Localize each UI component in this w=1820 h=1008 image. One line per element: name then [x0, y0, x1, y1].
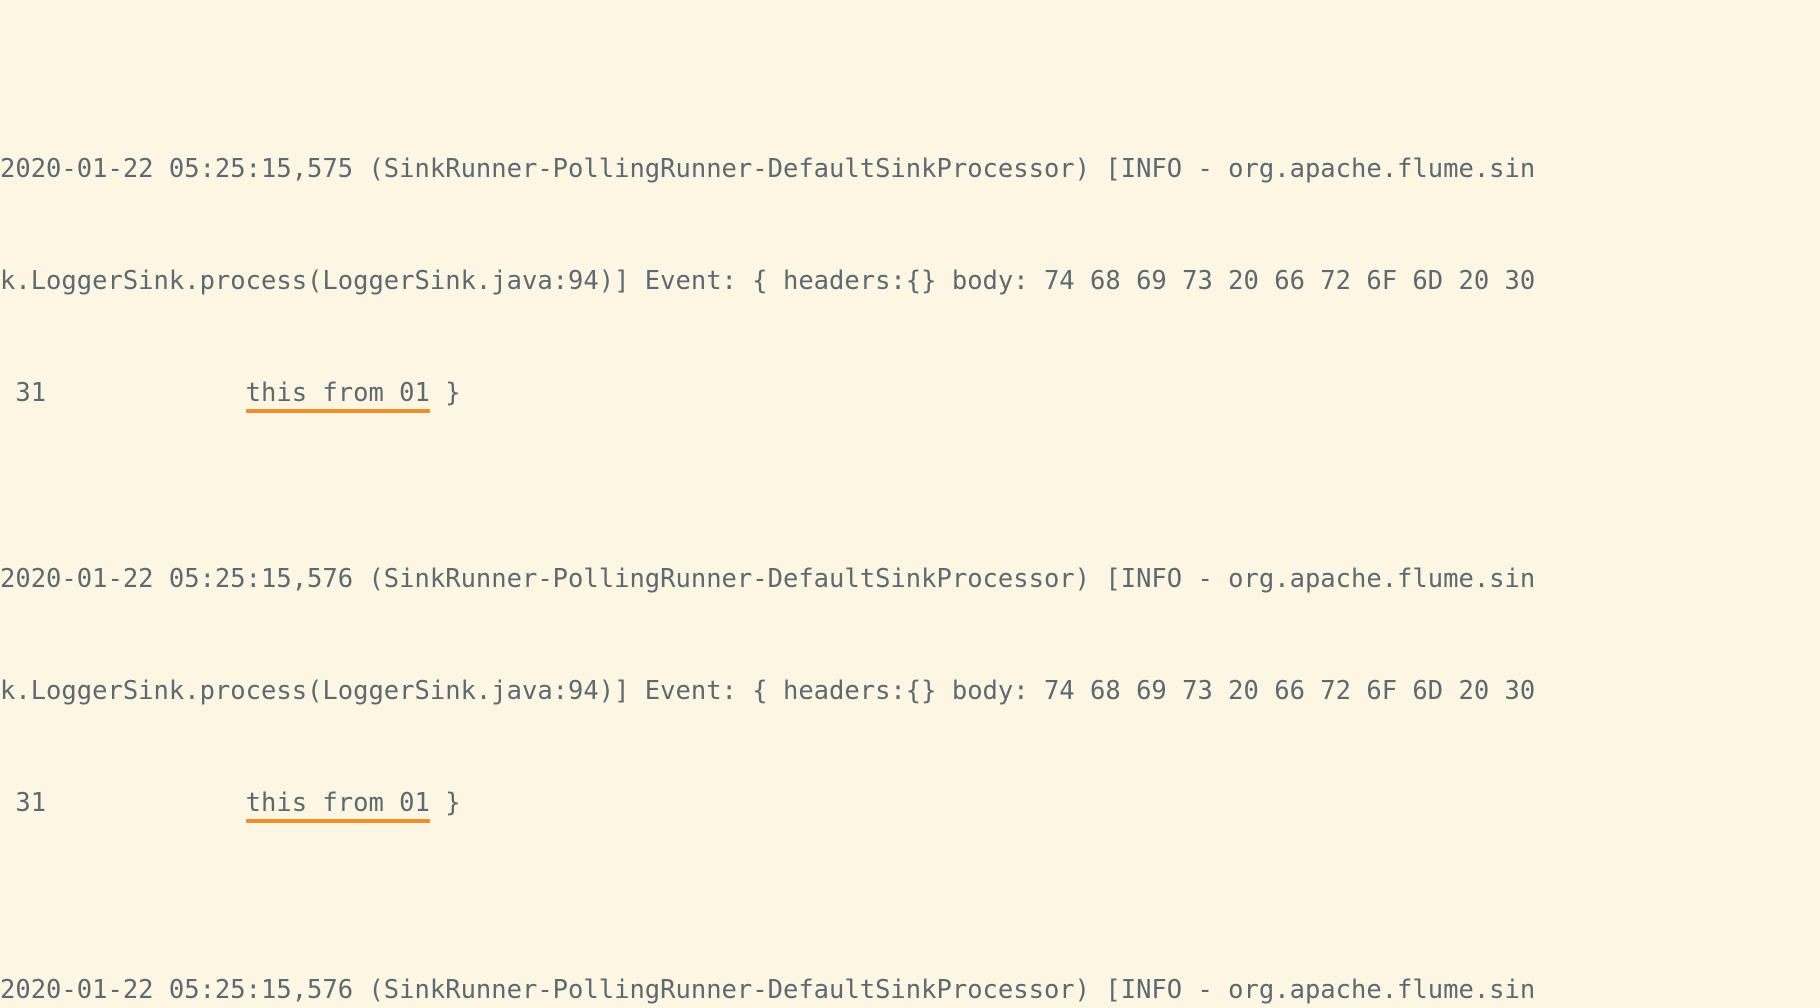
log-line: 2020-01-22 05:25:15,576 (SinkRunner-Poll… [0, 564, 1536, 595]
log-line: k.LoggerSink.process(LoggerSink.java:94)… [0, 676, 1536, 707]
log-line-suffix: } [429, 788, 461, 819]
decoded-body-highlight: this from 01 [245, 377, 430, 408]
decoded-body-highlight: this from 01 [245, 788, 430, 819]
log-line-suffix: } [429, 377, 461, 408]
log-line: 2020-01-22 05:25:15,575 (SinkRunner-Poll… [0, 154, 1536, 185]
log-line: 31 this from 01 } [0, 375, 1820, 412]
log-line: k.LoggerSink.process(LoggerSink.java:94)… [0, 266, 1536, 297]
log-line-prefix: 31 [0, 788, 246, 819]
terminal-log-output[interactable]: 2020-01-22 05:25:15,575 (SinkRunner-Poll… [0, 0, 1820, 1005]
log-line: 2020-01-22 05:25:15,576 (SinkRunner-Poll… [0, 974, 1536, 1005]
log-line-prefix: 31 [0, 377, 246, 408]
log-line: 31 this from 01 } [0, 785, 1820, 822]
